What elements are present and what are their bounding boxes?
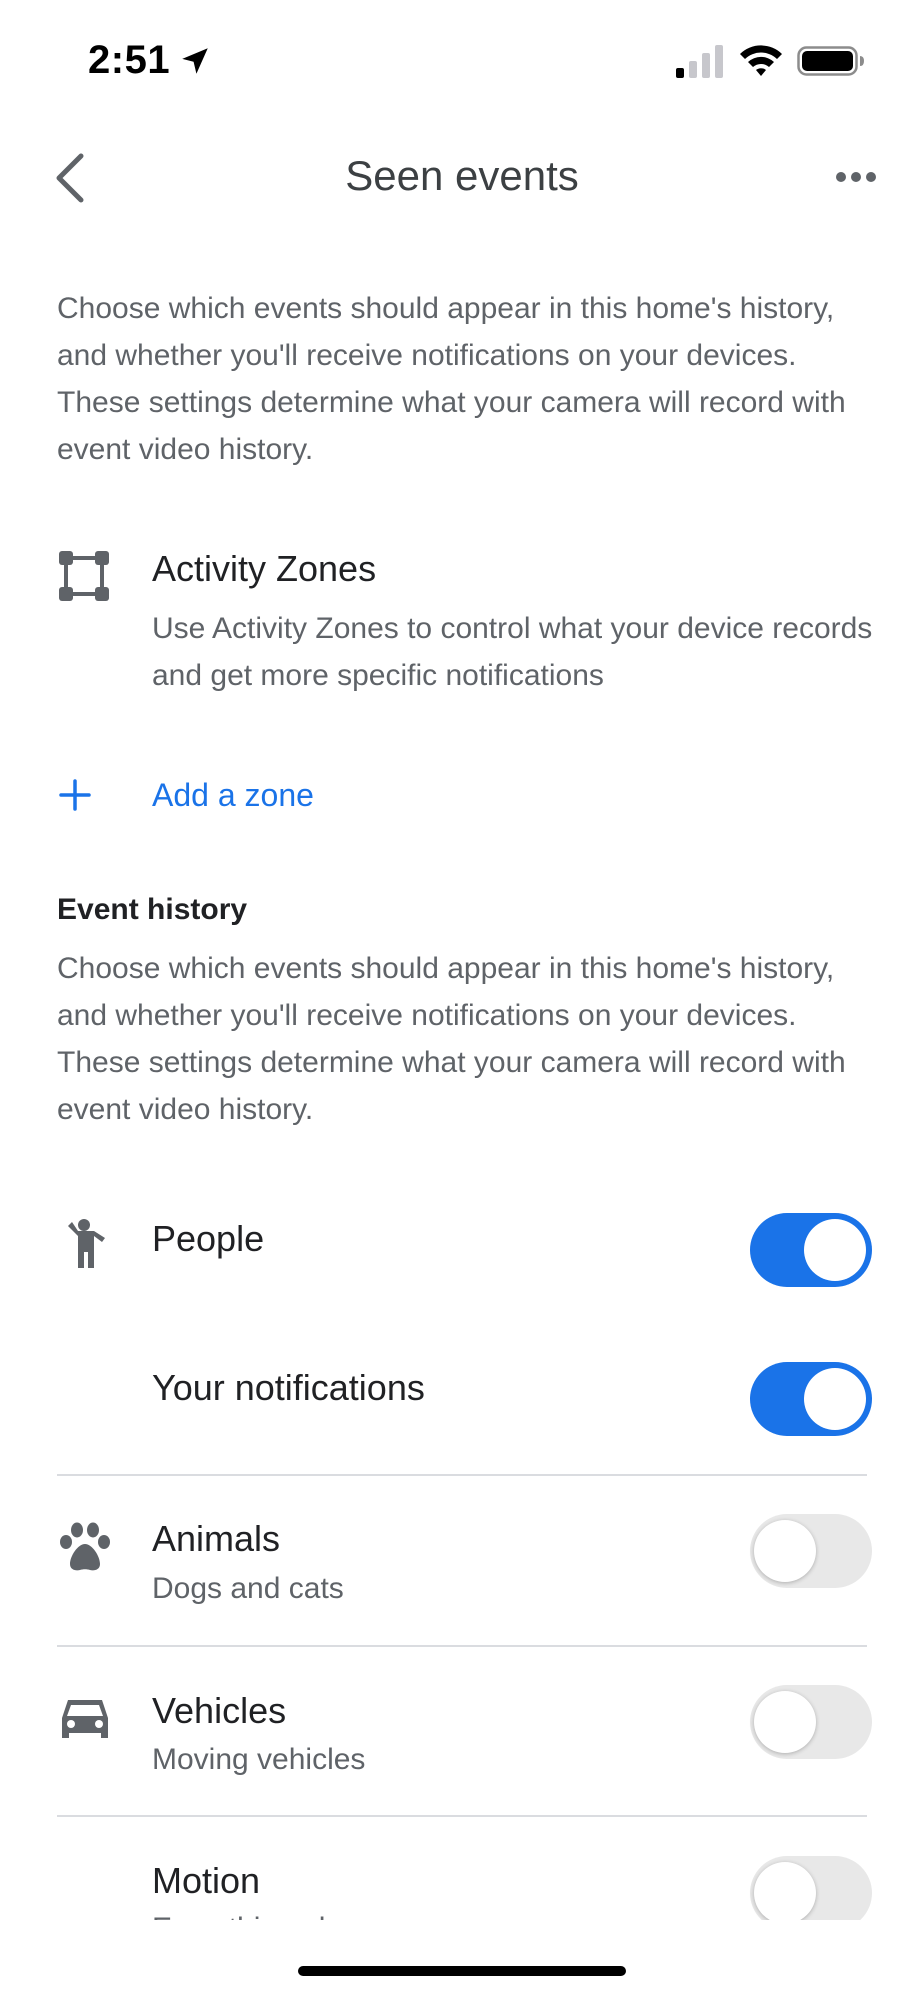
activity-zones-title: Activity Zones — [152, 548, 377, 589]
motion-title: Motion — [152, 1860, 261, 1901]
more-horizontal-icon — [836, 172, 876, 182]
status-time: 2:51 — [88, 38, 171, 82]
people-toggle[interactable] — [750, 1213, 872, 1287]
event-history-title: Event history — [57, 893, 248, 926]
more-options-button[interactable] — [826, 152, 886, 202]
car-icon — [62, 1700, 108, 1738]
vehicles-title: Vehicles — [152, 1690, 287, 1731]
activity-zone-icon — [59, 551, 109, 601]
toggle-knob — [754, 1691, 816, 1753]
page-title: Seen events — [345, 152, 579, 199]
people-title: People — [152, 1218, 265, 1259]
divider — [57, 1645, 867, 1647]
person-icon — [68, 1219, 105, 1268]
divider — [57, 1474, 867, 1476]
your-notifications-toggle[interactable] — [750, 1362, 872, 1436]
add-zone-label: Add a zone — [152, 776, 314, 813]
home-indicator — [298, 1966, 626, 1976]
animals-subtitle: Dogs and cats — [152, 1572, 344, 1605]
event-history-description: Choose which events should appear in thi… — [57, 952, 846, 1126]
divider — [57, 1815, 867, 1817]
motion-toggle[interactable] — [750, 1856, 872, 1920]
add-zone-button[interactable]: Add a zone — [58, 770, 418, 820]
toggle-knob — [804, 1368, 866, 1430]
paw-icon — [60, 1522, 110, 1571]
motion-subtitle: Everything else — [152, 1912, 357, 1920]
activity-zones-description: Use Activity Zones to control what your … — [152, 612, 873, 692]
vehicles-subtitle: Moving vehicles — [152, 1743, 366, 1776]
toggle-knob — [804, 1219, 866, 1281]
intro-text: Choose which events should appear in thi… — [57, 292, 846, 466]
cellular-signal-icon — [676, 45, 723, 78]
plus-icon — [59, 779, 91, 811]
scroll-clip: Motion Everything else — [0, 1840, 924, 1920]
toggle-knob — [754, 1862, 816, 1920]
toggle-knob — [754, 1520, 816, 1582]
status-bar: 2:51 — [0, 0, 924, 120]
wifi-icon — [740, 45, 782, 76]
vehicles-toggle[interactable] — [750, 1685, 872, 1759]
app-header: Seen events — [0, 130, 924, 220]
your-notifications-title: Your notifications — [152, 1367, 425, 1408]
location-arrow-icon — [182, 48, 208, 74]
animals-toggle[interactable] — [750, 1514, 872, 1588]
animals-title: Animals — [152, 1518, 281, 1559]
battery-icon — [797, 46, 864, 76]
